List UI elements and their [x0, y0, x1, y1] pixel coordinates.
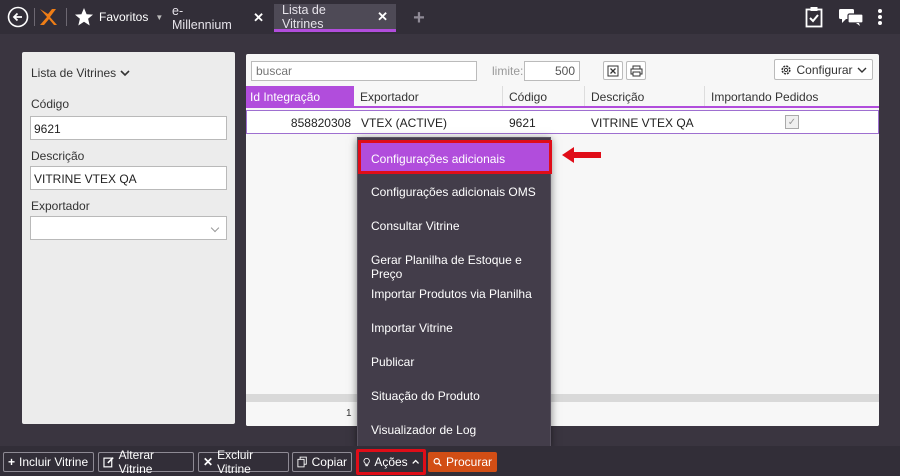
back-button[interactable] [6, 6, 30, 28]
copy-icon [297, 456, 307, 468]
printer-icon [630, 65, 642, 76]
favorites-menu[interactable]: Favoritos ▼ [74, 7, 163, 27]
tab-e-millennium[interactable]: e-Millennium ✕ [164, 4, 272, 32]
filter-panel: Lista de Vitrines Código 9621 Descrição … [22, 52, 235, 424]
incluir-label: Incluir Vitrine [19, 455, 89, 469]
tab-label: Lista de Vitrines [282, 2, 326, 31]
tab-label: e-Millennium [172, 4, 232, 32]
exportador-select[interactable] [30, 216, 227, 240]
menu-item-configuracoes-adicionais[interactable]: Configurações adicionais [358, 140, 552, 174]
panel-title-label: Lista de Vitrines [31, 66, 117, 80]
horizontal-scrollbar[interactable] [246, 394, 879, 402]
menu-item-configuracoes-adicionais-oms[interactable]: Configurações adicionais OMS [358, 174, 552, 208]
chevron-down-icon [857, 67, 867, 73]
codigo-label: Código [31, 97, 70, 111]
app-logo[interactable] [38, 7, 58, 27]
new-tab-button[interactable]: + [410, 7, 428, 29]
acoes-button[interactable]: Ações [356, 449, 426, 475]
column-header-id-integracao[interactable]: Id Integração [246, 86, 354, 106]
chevron-down-icon [120, 70, 130, 77]
edit-icon [103, 457, 114, 468]
column-header-importando-pedidos[interactable]: Importando Pedidos [704, 86, 879, 106]
acoes-menu: Configurações adicionais Configurações a… [357, 137, 552, 448]
search-icon [433, 458, 442, 467]
excluir-label: Excluir Vitrine [217, 448, 254, 476]
divider [34, 8, 35, 26]
cell-descricao: VITRINE VTEX QA [591, 116, 694, 130]
tab-lista-de-vitrines[interactable]: Lista de Vitrines ✕ [274, 2, 396, 32]
exportador-label: Exportador [31, 199, 90, 213]
export-excel-button[interactable] [603, 61, 623, 80]
column-header-descricao[interactable]: Descrição [584, 86, 704, 106]
importando-pedidos-checkbox[interactable]: ✓ [785, 115, 799, 129]
panel-title[interactable]: Lista de Vitrines [31, 66, 130, 80]
page-number[interactable]: 1 [346, 408, 352, 419]
cell-id-integracao: 858820308 [290, 116, 351, 130]
top-bar: Favoritos ▼ e-Millennium ✕ Lista de Vitr… [0, 0, 900, 34]
chat-button[interactable] [838, 7, 864, 27]
close-icon[interactable]: ✕ [253, 10, 264, 26]
plus-icon: + [8, 455, 16, 469]
menu-item-publicar[interactable]: Publicar [358, 344, 552, 378]
excel-icon [607, 65, 619, 76]
acoes-label: Ações [374, 455, 408, 469]
more-options-button[interactable] [872, 7, 888, 27]
grid-header: Id Integração Exportador Código Descriçã… [246, 86, 879, 108]
close-icon[interactable]: ✕ [377, 9, 388, 25]
menu-item-consultar-vitrine[interactable]: Consultar Vitrine [358, 208, 552, 242]
gear-icon [781, 64, 792, 75]
cell-codigo: 9621 [509, 116, 536, 130]
descricao-label: Descrição [31, 149, 85, 163]
configurar-label: Configurar [796, 62, 853, 77]
favorites-label: Favoritos [99, 10, 149, 24]
search-input[interactable] [251, 61, 477, 81]
menu-item-importar-produtos[interactable]: Importar Produtos via Planilha [358, 276, 552, 310]
menu-item-gerar-planilha[interactable]: Gerar Planilha de Estoque e Preço [358, 242, 552, 281]
logo-icon [40, 9, 57, 25]
star-icon [75, 8, 93, 26]
back-arrow-icon [7, 6, 29, 28]
kebab-menu-icon [878, 9, 882, 25]
excluir-vitrine-button[interactable]: ✕ Excluir Vitrine [198, 448, 289, 476]
copiar-label: Copiar [311, 455, 347, 469]
clipboard-check-icon [805, 7, 823, 28]
menu-item-importar-vitrine[interactable]: Importar Vitrine [358, 310, 552, 344]
procurar-label: Procurar [445, 455, 492, 469]
cell-exportador: VTEX (ACTIVE) [361, 116, 448, 130]
pager: 1 [246, 402, 879, 426]
chat-icon [839, 9, 864, 26]
lightbulb-icon [363, 457, 370, 466]
incluir-vitrine-button[interactable]: + Incluir Vitrine [3, 452, 94, 472]
chevron-up-icon [411, 459, 419, 464]
column-header-exportador[interactable]: Exportador [354, 86, 502, 106]
menu-item-visualizador-log[interactable]: Visualizador de Log [358, 412, 552, 446]
codigo-field[interactable]: 9621 [30, 116, 227, 140]
grid-panel: limite: 500 Configurar Id Integração Exp… [246, 54, 879, 426]
menu-item-situacao-produto[interactable]: Situação do Produto [358, 378, 552, 412]
column-header-codigo[interactable]: Código [502, 86, 584, 106]
limite-field[interactable]: 500 [524, 61, 580, 81]
divider [66, 8, 67, 26]
alterar-label: Alterar Vitrine [118, 448, 154, 476]
close-icon: ✕ [203, 455, 214, 469]
copiar-button[interactable]: Copiar [292, 452, 352, 472]
chevron-down-icon: ▼ [155, 12, 164, 22]
clipboard-check-button[interactable] [803, 6, 825, 28]
annotation-arrow-icon [562, 147, 601, 163]
limite-label: limite: [492, 64, 524, 78]
configurar-button[interactable]: Configurar [774, 59, 873, 80]
alterar-vitrine-button[interactable]: Alterar Vitrine [98, 448, 194, 476]
bottom-toolbar: + Incluir Vitrine Alterar Vitrine ✕ Excl… [0, 446, 900, 476]
descricao-field[interactable]: VITRINE VTEX QA [30, 166, 227, 190]
procurar-button[interactable]: Procurar [428, 452, 497, 472]
table-row[interactable]: 858820308 VTEX (ACTIVE) 9621 VITRINE VTE… [246, 110, 879, 134]
print-button[interactable] [626, 61, 646, 80]
